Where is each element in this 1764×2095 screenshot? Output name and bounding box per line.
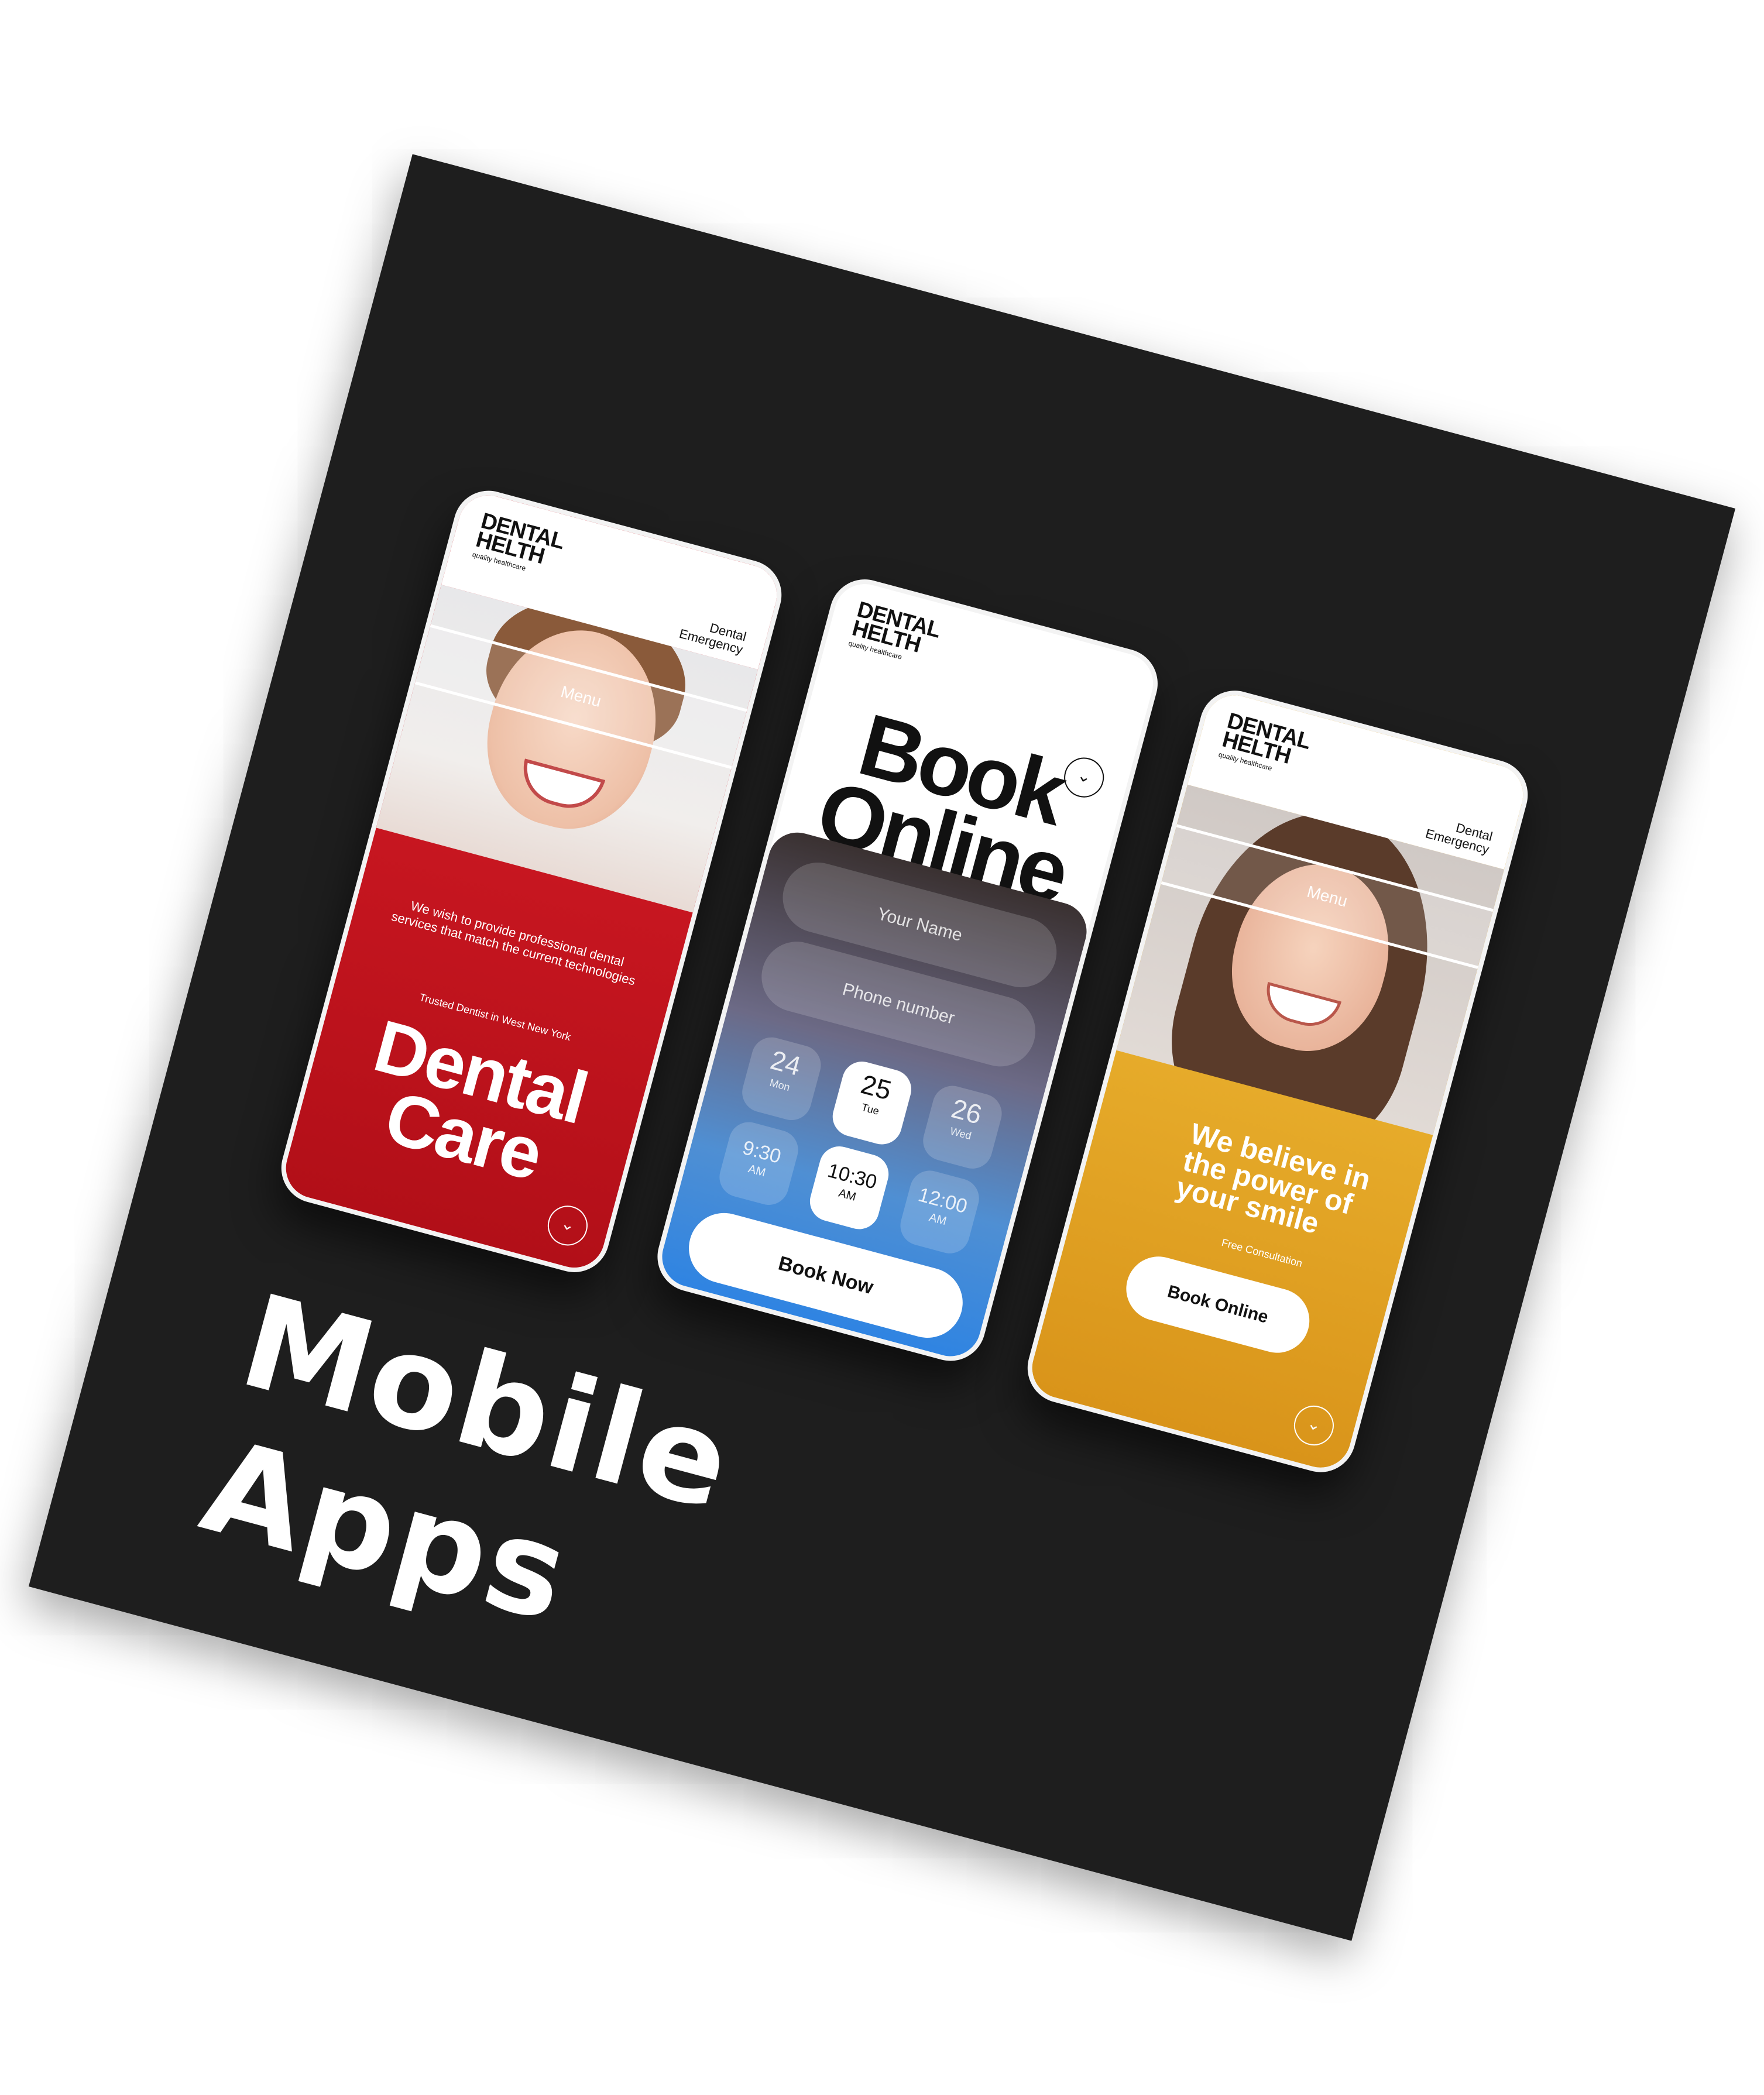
date-option[interactable]: 26 Wed [918, 1081, 1007, 1173]
booking-form: Your Name Phone number 24 Mon 25 Tue 26 [655, 826, 1093, 1364]
date-option[interactable]: 24 Mon [737, 1033, 826, 1125]
time-option[interactable]: 9:30 AM [715, 1117, 803, 1210]
stage: DENTAL HELTH quality healthcare Dental E… [0, 0, 1764, 2095]
brand-logo[interactable]: DENTAL HELTH quality healthcare [1217, 709, 1313, 779]
date-option-selected[interactable]: 25 Tue [828, 1057, 916, 1149]
showcase-card: DENTAL HELTH quality healthcare Dental E… [28, 154, 1736, 1941]
time-option-selected[interactable]: 10:30 AM [805, 1142, 893, 1234]
brand-logo[interactable]: DENTAL HELTH quality healthcare [847, 597, 943, 668]
time-option[interactable]: 12:00 AM [895, 1166, 984, 1258]
brand-logo[interactable]: DENTAL HELTH quality healthcare [471, 509, 567, 579]
